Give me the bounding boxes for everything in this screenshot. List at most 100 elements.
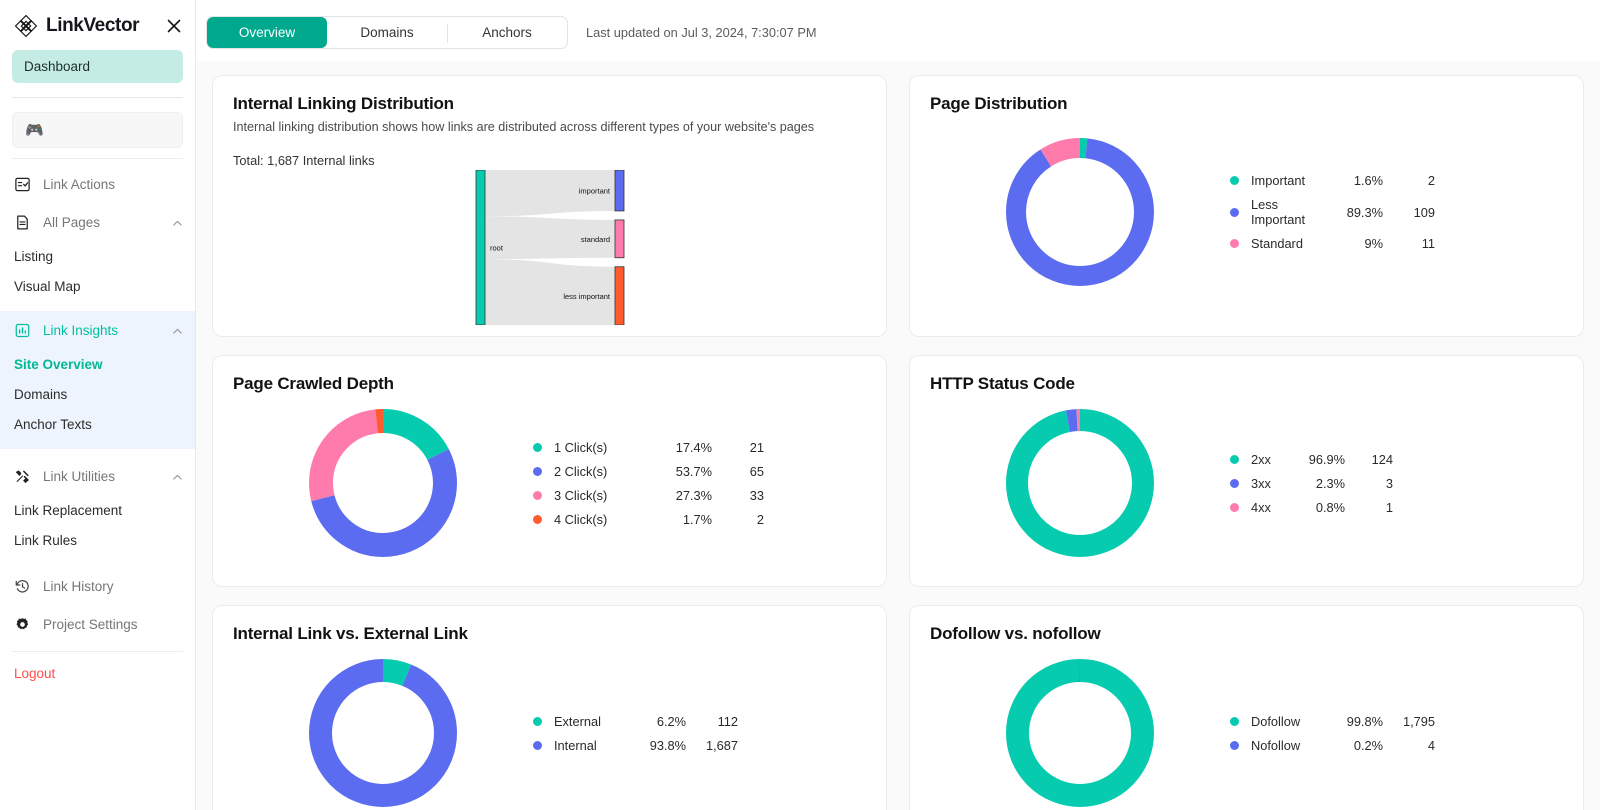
- sidebar: LinkVector Dashboard 🎮 Link Actions All …: [0, 0, 196, 810]
- chevron-up-icon[interactable]: [172, 325, 183, 336]
- legend-value: 1: [1385, 499, 1393, 515]
- sidebar-item-link-actions[interactable]: Link Actions: [0, 165, 195, 203]
- page-distribution-donut: [1006, 138, 1154, 286]
- legend-value: 124: [1371, 451, 1393, 467]
- all-pages-icon: [14, 214, 31, 231]
- logout-button[interactable]: Logout: [0, 660, 195, 687]
- donut-container: [930, 409, 1230, 557]
- legend-color-dot: [533, 466, 542, 476]
- sidebar-item-all-pages[interactable]: All Pages: [0, 203, 195, 241]
- sidebar-item-dashboard[interactable]: Dashboard: [12, 50, 183, 83]
- card-title: Internal Linking Distribution: [233, 94, 454, 113]
- page-distribution-legend: Important 1.6% 2 Less Important 89.3% 109 Stan…: [1230, 173, 1435, 251]
- sidebar-item-label: Link Actions: [43, 176, 116, 192]
- sidebar-item-link-history[interactable]: Link History: [0, 567, 195, 605]
- last-updated-text: Last updated on Jul 3, 2024, 7:30:07 PM: [586, 25, 817, 40]
- tab-anchors[interactable]: Anchors: [447, 17, 567, 48]
- sidebar-item-link-utilities[interactable]: Link Utilities: [0, 457, 195, 495]
- internal-links-total: Total: 1,687 Internal links: [233, 153, 375, 168]
- legend-value: 4: [1427, 737, 1435, 753]
- legend-value: 21: [749, 439, 764, 455]
- legend-percent: 2.3%: [1315, 475, 1345, 491]
- legend-percent: 6.2%: [656, 713, 686, 729]
- legend-percent: 1.6%: [1353, 173, 1383, 188]
- gear-icon: [14, 616, 31, 633]
- sankey-node-root: [475, 170, 485, 325]
- legend-percent: 17.4%: [675, 439, 712, 455]
- sidebar-divider-2: [12, 158, 183, 159]
- chevron-up-icon[interactable]: [172, 217, 183, 228]
- tab-domains[interactable]: Domains: [327, 17, 447, 48]
- legend-color-dot: [533, 490, 542, 500]
- sidebar-item-project-settings[interactable]: Project Settings: [0, 605, 195, 643]
- legend-row: Important 1.6% 2: [1230, 173, 1435, 188]
- sidebar-item-listing[interactable]: Listing: [0, 241, 195, 271]
- legend-row: 1 Click(s) 17.4% 21: [533, 440, 764, 455]
- sidebar-item-visual-map[interactable]: Visual Map: [0, 271, 195, 301]
- legend-value: 2: [756, 511, 764, 527]
- dofollow-nofollow-donut: [1006, 659, 1154, 807]
- donut-segment: [309, 659, 457, 807]
- tab-overview[interactable]: Overview: [207, 17, 327, 48]
- sankey-node-target: [614, 266, 624, 325]
- chart-row: Dofollow 99.8% 1,795 Nofollow 0.2% 4: [930, 644, 1563, 810]
- internal-external-legend: External 6.2% 112 Internal 93.8% 1,687: [533, 714, 738, 753]
- legend-color-dot: [533, 442, 542, 452]
- card-title: Page Crawled Depth: [233, 374, 394, 393]
- donut-container: [930, 138, 1230, 286]
- sidebar-item-site-overview[interactable]: Site Overview: [0, 349, 195, 379]
- chart-row: External 6.2% 112 Internal 93.8% 1,687: [233, 644, 866, 810]
- linkvector-logo-icon: [14, 14, 38, 38]
- card-title: Internal Link vs. External Link: [233, 624, 468, 643]
- sidebar-item-link-rules[interactable]: Link Rules: [0, 525, 195, 555]
- legend-value: 65: [749, 463, 764, 479]
- legend-row: External 6.2% 112: [533, 714, 738, 729]
- app-root: LinkVector Dashboard 🎮 Link Actions All …: [0, 0, 1600, 810]
- legend-color-dot: [1230, 740, 1239, 750]
- legend-value: 2: [1427, 173, 1435, 188]
- legend-percent: 1.7%: [682, 511, 712, 527]
- sidebar-item-link-insights[interactable]: Link Insights: [0, 311, 195, 349]
- legend-row: Standard 9% 11: [1230, 236, 1435, 251]
- legend-label: 4xx: [1251, 499, 1271, 515]
- legend-color-dot: [533, 716, 542, 726]
- sidebar-item-anchor-texts[interactable]: Anchor Texts: [0, 409, 195, 439]
- internal-external-donut: [309, 659, 457, 807]
- project-selector[interactable]: 🎮: [12, 112, 183, 148]
- sidebar-item-link-replacement[interactable]: Link Replacement: [0, 495, 195, 525]
- topbar: Overview Domains Anchors Last updated on…: [196, 0, 1600, 61]
- sidebar-divider-1: [12, 97, 183, 98]
- card-title: Dofollow vs. nofollow: [930, 624, 1101, 643]
- legend-label: Important: [1251, 173, 1306, 188]
- legend-color-dot: [1230, 454, 1239, 464]
- legend-row: Nofollow 0.2% 4: [1230, 738, 1435, 753]
- card-internal-vs-external: Internal Link vs. External Link External…: [212, 605, 887, 810]
- card-dofollow-vs-nofollow: Dofollow vs. nofollow Dofollow 99.8% 1,795…: [909, 605, 1584, 810]
- legend-value: 3: [1385, 475, 1393, 491]
- chevron-up-icon[interactable]: [172, 471, 183, 482]
- legend-label: External: [554, 713, 601, 729]
- main-content: Overview Domains Anchors Last updated on…: [196, 0, 1600, 810]
- sidebar-item-label: Link Utilities: [43, 468, 116, 484]
- legend-label: Standard: [1251, 236, 1303, 251]
- donut-container: [233, 659, 533, 807]
- legend-label: Nofollow: [1251, 737, 1301, 753]
- legend-label: 1 Click(s): [554, 439, 608, 455]
- legend-row: 4 Click(s) 1.7% 2: [533, 512, 764, 527]
- sankey-node-label: standard: [580, 235, 609, 244]
- sankey-node-label: important: [578, 186, 610, 195]
- link-utilities-icon: [14, 468, 31, 485]
- sankey-svg: root important standard less important: [475, 170, 624, 325]
- legend-label: 4 Click(s): [554, 511, 608, 527]
- legend-label: 3xx: [1251, 475, 1271, 491]
- donut-container: [930, 659, 1230, 807]
- legend-color-dot: [1230, 207, 1239, 217]
- close-icon[interactable]: [165, 17, 183, 35]
- card-title: Page Distribution: [930, 94, 1068, 113]
- legend-value: 112: [717, 713, 738, 729]
- card-page-crawled-depth: Page Crawled Depth 1 Click(s) 17.4% 21 2 Cl…: [212, 355, 887, 587]
- sidebar-item-domains[interactable]: Domains: [0, 379, 195, 409]
- legend-label: 2 Click(s): [554, 463, 608, 479]
- link-insights-icon: [14, 322, 31, 339]
- legend-color-dot: [1230, 239, 1239, 248]
